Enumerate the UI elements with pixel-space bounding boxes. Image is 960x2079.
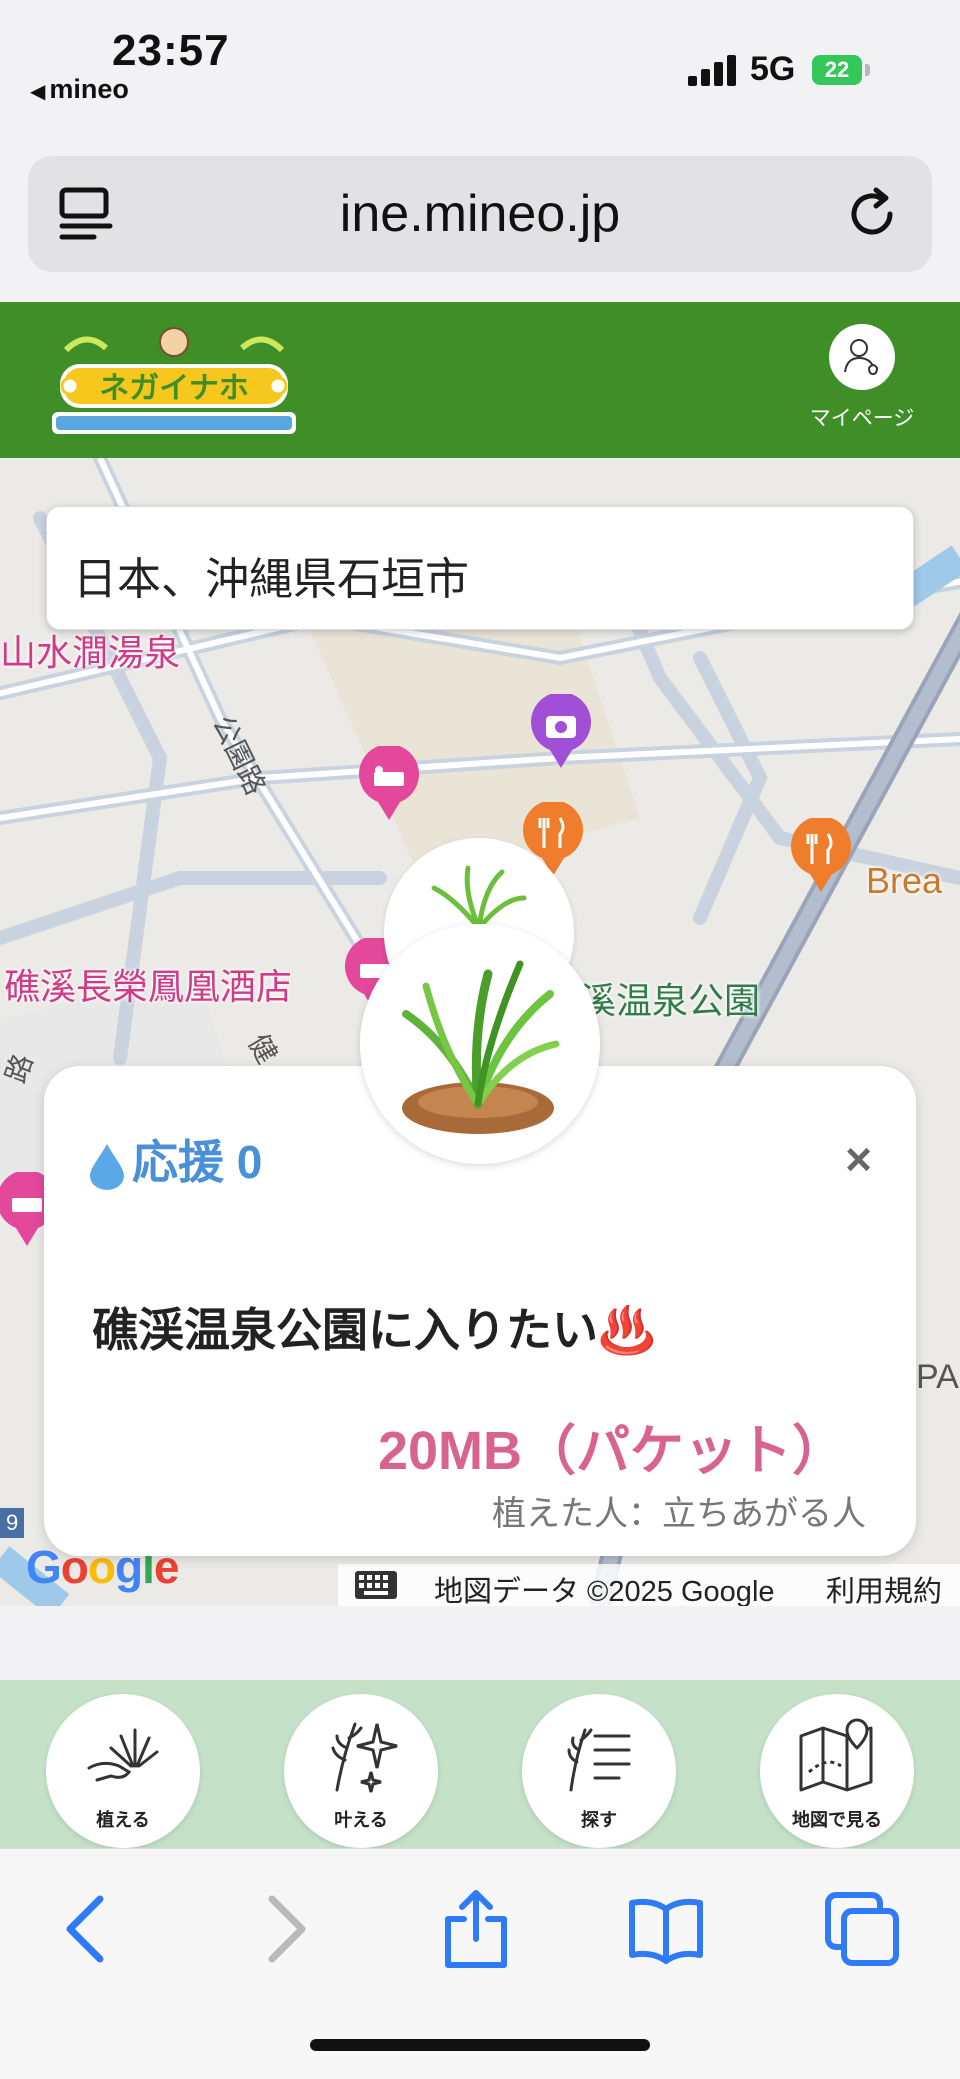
nav-plant-label: 植える [96,1810,150,1830]
back-app-label: mineo [49,74,129,104]
reload-icon[interactable] [842,184,902,244]
forward-icon[interactable] [246,1889,326,1969]
nav-search-label: 探す [581,1810,617,1830]
user-icon [829,324,895,390]
nav-fulfill-label: 叶える [334,1810,388,1830]
map-view[interactable]: 山水澗湯泉 公園路 礁溪長榮鳳凰酒店 溪温泉公園 Brea 路 健 PA 9 日… [0,458,960,1606]
bookmarks-icon[interactable] [626,1889,706,1969]
search-list-icon [567,1728,631,1792]
map-terms-link[interactable]: 利用規約 [826,1568,942,1606]
hotel-pin-icon[interactable] [358,746,420,822]
map-attribution: 地図データ ©2025 Google 利用規約 [338,1564,960,1606]
selected-sprout-marker[interactable] [360,924,600,1164]
nav-search-button[interactable]: 探す [522,1694,676,1848]
negainaho-logo[interactable]: ネガイナホ [46,320,302,440]
address-bar[interactable]: ine.mineo.jp [28,156,932,272]
map-label-park: 溪温泉公園 [580,980,761,1021]
wish-text: 礁渓温泉公園に入りたい♨️ [92,1304,656,1356]
browser-toolbar [0,1848,960,2079]
status-time: 23:57 [112,26,230,75]
back-to-app-link[interactable]: ◀ mineo [30,74,129,105]
water-drop-icon [90,1143,124,1190]
network-type: 5G [750,50,796,88]
status-bar: 23:57 ◀ mineo 5G 22 [0,0,960,140]
map-copyright: 地図データ ©2025 Google [434,1576,775,1606]
route-shield: 9 [0,1508,25,1538]
planter-name: 植えた人：立ちあがる人 [492,1495,866,1533]
support-count[interactable]: 応援 0 [88,1126,262,1192]
map-label-hotel: 礁溪長榮鳳凰酒店 [4,966,293,1007]
support-label: 応援 0 [132,1136,263,1188]
nav-map-label: 地図で見る [792,1810,882,1830]
close-card-button[interactable]: × [845,1132,872,1186]
mypage-label: マイページ [809,407,915,430]
keyboard-shortcuts-icon[interactable] [354,1570,398,1600]
tabs-icon[interactable] [822,1889,902,1969]
map-pin-icon [799,1718,873,1792]
battery-cap [865,64,870,76]
reward-amount: 20MB（パケット） [377,1421,846,1481]
home-indicator [310,2039,650,2051]
map-label-pa: PA [916,1358,959,1396]
battery-level: 22 [824,57,850,82]
back-icon[interactable] [46,1889,126,1969]
url-text[interactable]: ine.mineo.jp [28,184,932,244]
battery-icon: 22 [812,55,862,85]
map-label-hot-spring: 山水澗湯泉 [0,632,181,673]
bottom-nav: 植える 叶える 探す 地図で見る [0,1680,960,1848]
plant-hand-icon [87,1728,159,1782]
sparkle-wheat-icon [331,1722,398,1793]
location-search-box[interactable]: 日本、沖縄県石垣市 [46,506,914,630]
location-search-value[interactable]: 日本、沖縄県石垣市 [73,543,469,607]
signal-icon [688,54,736,86]
logo-text: ネガイナホ [99,371,248,406]
restaurant-pin-icon[interactable] [790,818,852,894]
nav-map-button[interactable]: 地図で見る [760,1694,914,1848]
nav-plant-button[interactable]: 植える [46,1694,200,1848]
mypage-button[interactable]: マイページ [800,324,924,444]
share-icon[interactable] [436,1889,516,1969]
nav-fulfill-button[interactable]: 叶える [284,1694,438,1848]
camera-pin-icon[interactable] [530,694,592,770]
map-label-bread: Brea [866,860,943,901]
rice-sprout-icon [402,960,560,1134]
site-header: ネガイナホ マイページ [0,302,960,458]
